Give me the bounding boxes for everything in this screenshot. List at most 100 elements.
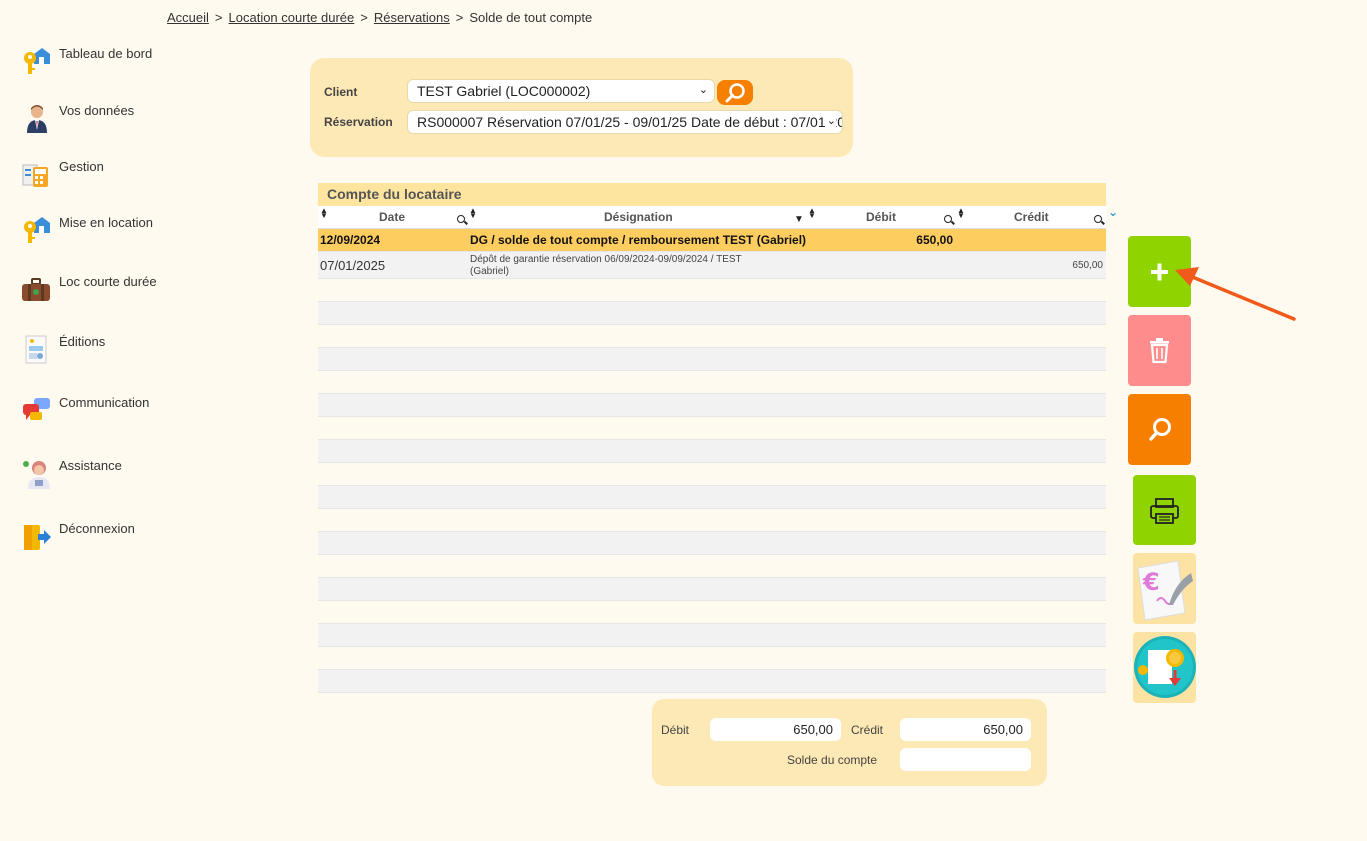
client-select-value: TEST Gabriel (LOC000002) [417, 83, 591, 99]
breadcrumb-separator: > [214, 10, 223, 25]
calculator-icon [20, 159, 52, 191]
empty-row [318, 578, 1106, 601]
reservation-select-value: RS000007 Réservation 07/01/25 - 09/01/25… [417, 114, 843, 130]
empty-row [318, 394, 1106, 417]
reservation-select[interactable]: RS000007 Réservation 07/01/25 - 09/01/25… [407, 110, 843, 134]
report-icon [20, 334, 52, 366]
table-row[interactable]: 07/01/2025 Dépôt de garantie réservation… [318, 252, 1106, 279]
column-date[interactable]: Date [379, 210, 405, 224]
filter-icon[interactable]: ▼ [794, 214, 804, 225]
filter-panel: Client TEST Gabriel (LOC000002) ⌄ Réserv… [310, 58, 853, 157]
empty-row [318, 532, 1106, 555]
client-select[interactable]: TEST Gabriel (LOC000002) ⌄ [407, 79, 715, 103]
totals-panel: Débit 650,00 Crédit 650,00 Solde du comp… [652, 699, 1047, 786]
row-debit: 650,00 [916, 233, 953, 247]
breadcrumb-section-link[interactable]: Location courte durée [229, 10, 355, 25]
sidebar-item-label: Vos données [59, 103, 135, 118]
sort-icon[interactable]: ▲ ▼ [808, 207, 816, 220]
chevron-down-icon: ⌄ [698, 84, 708, 96]
column-credit[interactable]: Crédit [1014, 210, 1049, 224]
arrow-annotation-icon [1175, 267, 1296, 321]
sidebar-item-your-data[interactable]: Vos données [20, 103, 134, 135]
reservation-label: Réservation [324, 115, 393, 129]
empty-row [318, 670, 1106, 693]
empty-row [318, 463, 1106, 486]
debit-total-field: 650,00 [710, 718, 841, 741]
empty-row [318, 302, 1106, 325]
sidebar-item-label: Mise en location [59, 215, 153, 230]
payment-button[interactable]: € [1133, 553, 1196, 624]
empty-row [318, 279, 1106, 302]
debit-total-label: Débit [661, 723, 690, 737]
sidebar-item-communication[interactable]: Communication [20, 395, 149, 427]
sort-icon[interactable]: ▲ ▼ [469, 207, 477, 220]
client-search-button[interactable] [717, 80, 753, 105]
sidebar-item-dashboard[interactable]: Tableau de bord [20, 46, 152, 78]
sidebar-item-label: Communication [59, 395, 150, 410]
empty-row [318, 325, 1106, 348]
suitcase-icon [20, 274, 52, 306]
empty-row [318, 624, 1106, 647]
support-agent-icon [20, 458, 52, 490]
breadcrumb-separator: > [455, 10, 464, 25]
breadcrumb-current: Solde de tout compte [469, 10, 593, 25]
svg-text:€: € [1142, 568, 1160, 596]
sidebar-item-support[interactable]: Assistance [20, 458, 122, 490]
empty-row [318, 417, 1106, 440]
breadcrumb: Accueil > Location courte durée > Réservatio… [167, 10, 592, 25]
grid-title: Compte du locataire [318, 183, 1106, 206]
empty-row [318, 371, 1106, 394]
credit-total-field: 650,00 [900, 718, 1031, 741]
column-debit[interactable]: Débit [866, 210, 896, 224]
client-label: Client [324, 85, 358, 99]
keys-house-icon [20, 215, 52, 247]
balance-field [900, 748, 1031, 771]
sidebar-item-label: Tableau de bord [59, 46, 153, 61]
printer-icon [1150, 498, 1179, 524]
row-date: 12/09/2024 [320, 233, 381, 247]
row-designation: DG / solde de tout compte / remboursemen… [470, 233, 807, 247]
sidebar-item-short-term-rental[interactable]: Loc courte durée [20, 274, 157, 306]
credit-total-label: Crédit [851, 723, 884, 737]
sidebar-item-editions[interactable]: Éditions [20, 334, 105, 366]
empty-row [318, 509, 1106, 532]
search-icon[interactable] [944, 215, 952, 223]
sidebar-item-label: Assistance [59, 458, 122, 473]
sort-icon[interactable]: ▲ ▼ [957, 207, 965, 220]
print-button[interactable] [1133, 475, 1196, 545]
search-icon[interactable] [457, 215, 465, 223]
empty-row [318, 440, 1106, 463]
sidebar-item-logout[interactable]: Déconnexion [20, 521, 135, 553]
empty-row [318, 555, 1106, 578]
sidebar-item-management[interactable]: Gestion [20, 159, 104, 191]
sort-icon[interactable]: ▲ ▼ [320, 207, 328, 220]
coins-download-icon [1134, 636, 1196, 698]
search-button[interactable] [1128, 394, 1191, 465]
balance-label: Solde du compte [787, 753, 878, 767]
empty-row [318, 647, 1106, 670]
refund-button[interactable] [1133, 632, 1196, 703]
euro-quill-icon: € [1137, 560, 1193, 621]
empty-row [318, 348, 1106, 371]
empty-row [318, 601, 1106, 624]
column-designation[interactable]: Désignation [604, 210, 673, 224]
chevron-down-icon: ⌄ [824, 114, 836, 127]
chevron-down-icon[interactable]: ⌄ [1108, 205, 1118, 219]
user-icon [20, 103, 52, 135]
tenant-account-grid: Compte du locataire ▲ ▼ Date ▲ ▼ Désignati… [318, 183, 1106, 693]
sidebar-item-label: Gestion [59, 159, 104, 174]
row-date: 07/01/2025 [320, 258, 386, 273]
sidebar-item-label: Éditions [59, 334, 106, 349]
sidebar-item-rental[interactable]: Mise en location [20, 215, 153, 247]
breadcrumb-home-link[interactable]: Accueil [167, 10, 209, 25]
sidebar-item-label: Déconnexion [59, 521, 135, 536]
breadcrumb-separator: > [360, 10, 368, 25]
logout-icon [20, 521, 52, 553]
grid-header: ▲ ▼ Date ▲ ▼ Désignation ▼ ▲ ▼ Débit ▲ ▼ Cré… [318, 206, 1106, 229]
search-icon [725, 83, 745, 103]
empty-row [318, 486, 1106, 509]
table-row[interactable]: 12/09/2024 DG / solde de tout compte / r… [318, 229, 1106, 252]
chat-bubbles-icon [20, 395, 52, 427]
search-icon[interactable] [1094, 215, 1102, 223]
breadcrumb-subsection-link[interactable]: Réservations [374, 10, 450, 25]
